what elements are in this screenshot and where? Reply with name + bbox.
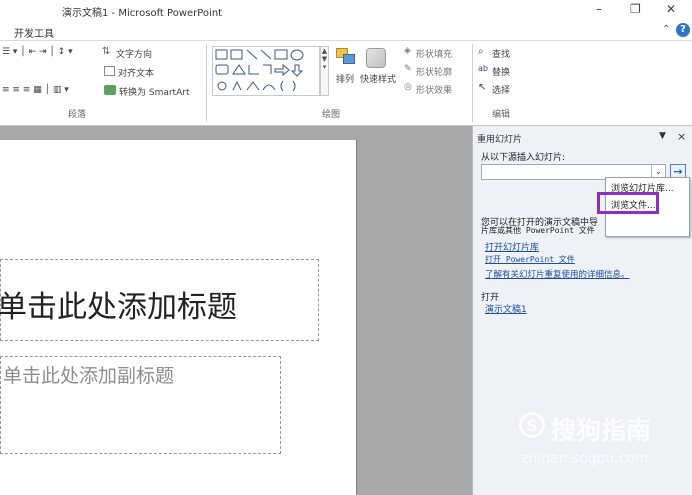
subtitle-placeholder[interactable]: 单击此处添加副标题 — [0, 356, 281, 454]
list-format-icon[interactable]: ☰ ▾ │ ⇤ ⇥ │ ↕ ▾ — [2, 47, 73, 57]
ribbon-collapse-icon[interactable]: ⌃ — [662, 24, 670, 35]
learn-more-link[interactable]: 了解有关幻灯片重复使用的详细信息。 — [485, 268, 630, 280]
pane-options-icon[interactable]: ▼ — [659, 131, 666, 141]
find-button[interactable]: 查找 — [492, 47, 510, 60]
quick-styles-icon — [366, 48, 386, 68]
minimize-button[interactable]: – — [596, 2, 602, 16]
shape-effects-button[interactable]: 形状效果 — [416, 83, 452, 96]
select-icon: ↖ — [478, 82, 487, 93]
align-text-button[interactable]: 对齐文本 — [118, 66, 154, 79]
smartart-icon — [104, 85, 116, 95]
window-title: 演示文稿1 - Microsoft PowerPoint — [62, 8, 223, 19]
editing-group: ⌕ 查找 ab 替换 ↖ 选择 编辑 — [474, 44, 544, 124]
reuse-slides-pane: 重用幻灯片 ▼ × 从以下源插入幻灯片: ⌄ → 浏览 ▼ 您可以在打开的演示文… — [472, 126, 692, 495]
subtitle-placeholder-text: 单击此处添加副标题 — [3, 365, 175, 387]
replace-icon: ab — [478, 64, 488, 73]
ribbon-divider — [0, 40, 692, 41]
shape-outline-button[interactable]: 形状轮廓 — [416, 65, 452, 78]
drawing-group: ▲ ▼ ▾ 排列 快速样式 ◈ 形状填充 ✎ 形状轮廓 ◎ 形状效果 绘图 — [208, 44, 470, 124]
open-presentation-link[interactable]: 演示文稿1 — [485, 302, 527, 315]
arrange-icon — [336, 48, 356, 66]
group-separator — [472, 44, 473, 122]
watermark-url: zhinan.sogou.com — [521, 451, 649, 467]
text-direction-button[interactable]: 文字方向 — [116, 47, 152, 60]
watermark-brand: 搜狗指南 — [551, 416, 652, 445]
shapes-gallery-scroll[interactable]: ▲ ▼ ▾ — [320, 46, 329, 96]
editing-group-label: 编辑 — [492, 110, 511, 120]
open-slide-library-link[interactable]: 打开幻灯片库 — [485, 240, 539, 253]
pane-close-icon[interactable]: × — [677, 130, 686, 143]
paragraph-group: ☰ ▾ │ ⇤ ⇥ │ ↕ ▾ ⇅ 文字方向 对齐文本 ≡ ≡ ≡ ▦ │ ▥ … — [0, 44, 205, 124]
arrange-button[interactable]: 排列 — [336, 72, 354, 85]
shapes-gallery-icons — [215, 49, 304, 92]
insert-from-label: 从以下源插入幻灯片: — [481, 153, 566, 163]
select-button[interactable]: 选择 — [492, 83, 510, 96]
close-button[interactable]: ✕ — [666, 2, 676, 16]
alignment-icons[interactable]: ≡ ≡ ≡ ▦ │ ▥ ▾ — [2, 85, 69, 95]
highlight-box — [597, 192, 659, 214]
slide-canvas[interactable]: 单击此处添加标题 单击此处添加副标题 — [0, 140, 357, 495]
paragraph-group-label: 段落 — [68, 110, 87, 120]
drawing-group-label: 绘图 — [322, 110, 341, 120]
shape-fill-button[interactable]: 形状填充 — [416, 47, 452, 60]
sogou-logo-icon: S — [519, 412, 545, 438]
open-powerpoint-file-link[interactable]: 打开 PowerPoint 文件 — [485, 254, 575, 265]
text-direction-icon: ⇅ — [102, 46, 111, 57]
smartart-button[interactable]: 转换为 SmartArt — [119, 85, 189, 98]
title-placeholder-text: 单击此处添加标题 — [0, 290, 237, 325]
shapes-gallery[interactable] — [212, 46, 320, 96]
title-bar: 演示文稿1 - Microsoft PowerPoint – ❐ ✕ — [0, 0, 692, 20]
ribbon: 开发工具 ⌃ ? ☰ ▾ │ ⇤ ⇥ │ ↕ ▾ ⇅ 文字方向 对齐文本 ≡ ≡… — [0, 20, 692, 126]
shape-fill-icon: ◈ — [404, 46, 411, 56]
align-text-icon — [104, 66, 115, 76]
shape-outline-icon: ✎ — [404, 64, 412, 74]
replace-button[interactable]: 替换 — [492, 65, 510, 78]
info-text-line2: 片库或其他 PowerPoint 文件 — [481, 226, 595, 235]
group-separator — [206, 44, 207, 122]
shape-effects-icon: ◎ — [404, 82, 412, 92]
quick-styles-button[interactable]: 快速样式 — [360, 72, 396, 85]
pane-title: 重用幻灯片 — [477, 135, 523, 145]
find-icon: ⌕ — [478, 46, 484, 57]
restore-button[interactable]: ❐ — [630, 2, 641, 16]
title-placeholder[interactable]: 单击此处添加标题 — [0, 259, 319, 341]
tab-developer[interactable]: 开发工具 — [14, 25, 54, 40]
help-icon[interactable]: ? — [676, 23, 690, 37]
